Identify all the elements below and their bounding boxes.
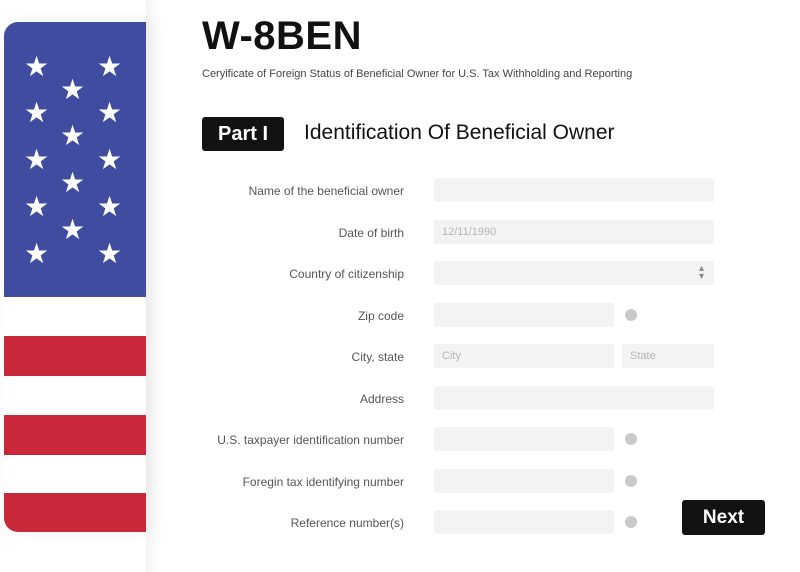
form-title: W-8BEN [202, 14, 362, 58]
info-icon[interactable] [625, 516, 637, 528]
city-state-label: City, state [351, 350, 404, 364]
address-label: Address [359, 392, 404, 406]
citizenship-label: Country of citizenship [289, 267, 404, 281]
city-input[interactable]: City [434, 344, 614, 368]
us-tin-input[interactable] [434, 427, 614, 451]
us-tin-label: U.S. taxpayer identification number [217, 433, 404, 447]
star-icon: ★ [24, 190, 50, 223]
name-label: Name of the beneficial owner [248, 184, 404, 198]
next-button[interactable]: Next [682, 500, 765, 535]
zip-label: Zip code [357, 309, 404, 323]
star-icon: ★ [97, 237, 123, 270]
flag-shadow [146, 0, 162, 572]
star-icon: ★ [24, 143, 50, 176]
select-arrows-icon: ▴ ▾ [698, 263, 704, 282]
country-of-citizenship-select[interactable]: ▴ ▾ [434, 261, 714, 285]
dob-label: Date of birth [338, 226, 404, 240]
flag-canton: ★ ★ ★ ★ ★ ★ ★ ★ ★ ★ ★ ★ ★ ★ [4, 22, 146, 297]
star-icon: ★ [24, 237, 50, 270]
info-icon[interactable] [625, 309, 637, 321]
reference-number-input[interactable] [434, 510, 614, 534]
zip-code-input[interactable] [434, 303, 614, 327]
form-subtitle: Ceryificate of Foreign Status of Benefic… [202, 68, 633, 80]
star-icon: ★ [24, 96, 50, 129]
info-icon[interactable] [625, 475, 637, 487]
info-icon[interactable] [625, 433, 637, 445]
foreign-tin-input[interactable] [434, 469, 614, 493]
star-icon: ★ [60, 119, 86, 152]
star-icon: ★ [60, 213, 86, 246]
beneficial-owner-name-input[interactable] [434, 178, 714, 202]
section-title: Identification Of Beneficial Owner [304, 121, 615, 144]
star-icon: ★ [97, 96, 123, 129]
part-badge: Part I [202, 117, 284, 151]
star-icon: ★ [97, 190, 123, 223]
address-input[interactable] [434, 386, 714, 410]
star-icon: ★ [60, 73, 86, 106]
foreign-tin-label: Foregin tax identifying number [242, 475, 404, 489]
us-flag-icon: ★ ★ ★ ★ ★ ★ ★ ★ ★ ★ ★ ★ ★ ★ [4, 22, 146, 532]
flag-red-stripe [4, 336, 146, 376]
star-icon: ★ [97, 143, 123, 176]
star-icon: ★ [60, 166, 86, 199]
state-input[interactable]: State [622, 344, 714, 368]
star-icon: ★ [97, 50, 123, 83]
flag-red-stripe [4, 493, 146, 532]
flag-red-stripe [4, 415, 146, 455]
date-of-birth-input[interactable]: 12/11/1990 [434, 220, 714, 244]
reference-label: Reference number(s) [290, 516, 404, 530]
star-icon: ★ [24, 50, 50, 83]
